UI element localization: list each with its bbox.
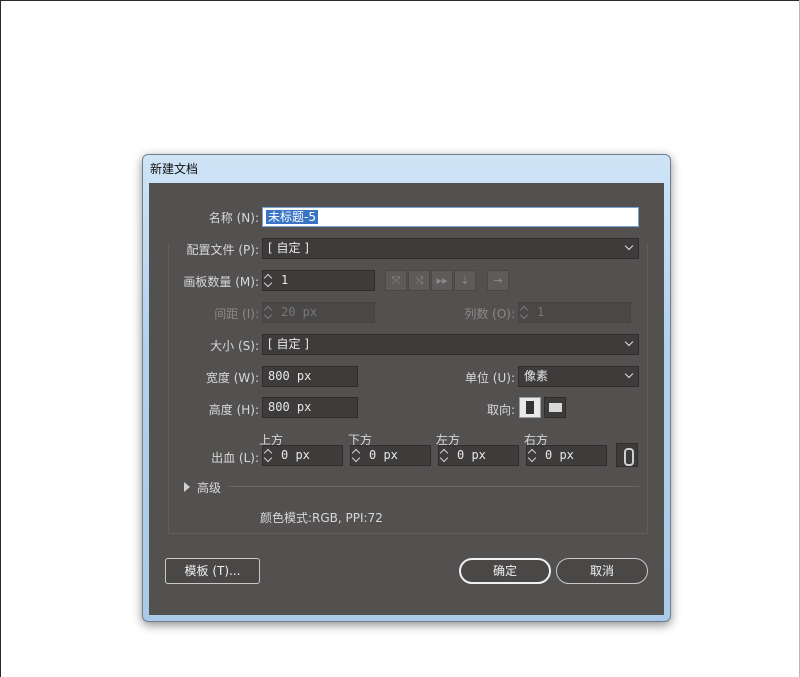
arrange-by-row-icon[interactable]: ▸▸	[431, 270, 453, 291]
disclosure-triangle-icon[interactable]	[184, 482, 190, 492]
columns-value: 1	[537, 305, 545, 319]
name-input[interactable]: 未标题-5	[262, 207, 639, 227]
units-dropdown[interactable]: 像素	[518, 366, 639, 387]
chevron-down-icon	[624, 241, 634, 251]
dialog-title: 新建文档	[150, 162, 199, 176]
spacing-field[interactable]: 20 px	[262, 302, 375, 323]
advanced-toggle[interactable]: 高级	[197, 479, 221, 496]
stepper-icon[interactable]	[263, 446, 275, 465]
bleed-bottom-value: 0 px	[369, 448, 398, 462]
artboards-field[interactable]: 1	[262, 270, 375, 291]
spacing-label: 间距 (I):	[214, 307, 259, 321]
template-button[interactable]: 模板 (T)...	[165, 558, 260, 584]
link-bleed-button[interactable]	[616, 443, 638, 467]
portrait-orientation-icon[interactable]	[519, 397, 541, 418]
size-label: 大小 (S):	[210, 339, 259, 353]
page-border-left	[0, 0, 1, 677]
grid-by-column-icon[interactable]: ⤨	[408, 270, 430, 291]
stepper-icon[interactable]	[527, 446, 539, 465]
chain-link-icon	[624, 448, 634, 466]
bleed-left-value: 0 px	[457, 448, 486, 462]
stepper-icon[interactable]	[351, 446, 363, 465]
chevron-down-icon	[624, 337, 634, 347]
ok-button[interactable]: 确定	[459, 558, 551, 584]
bleed-label: 出血 (L):	[211, 451, 259, 465]
color-mode-info: 颜色模式:RGB, PPI:72	[260, 511, 383, 525]
size-value: [ 自定 ]	[268, 337, 309, 351]
name-label: 名称 (N):	[208, 211, 259, 225]
cancel-button[interactable]: 取消	[556, 558, 648, 584]
chevron-down-icon	[624, 369, 634, 379]
height-label: 高度 (H):	[208, 403, 259, 417]
columns-label: 列数 (O):	[464, 307, 515, 321]
stepper-icon[interactable]	[263, 303, 275, 322]
bleed-top-field[interactable]: 0 px	[262, 445, 343, 466]
profile-label: 配置文件 (P):	[186, 243, 259, 257]
advanced-divider	[229, 486, 639, 487]
new-document-dialog: 新建文档 名称 (N): 未标题-5 配置文件 (P): [ 自定 ] 画板数量…	[142, 154, 671, 622]
page-border-top	[0, 0, 800, 1]
bleed-bottom-field[interactable]: 0 px	[350, 445, 431, 466]
right-to-left-icon[interactable]: →	[487, 270, 509, 291]
size-dropdown[interactable]: [ 自定 ]	[262, 334, 639, 355]
width-value: 800 px	[268, 369, 312, 383]
units-value: 像素	[524, 369, 549, 383]
grid-by-row-icon[interactable]: ⤧	[385, 270, 407, 291]
dialog-body: 名称 (N): 未标题-5 配置文件 (P): [ 自定 ] 画板数量 (M):…	[149, 183, 664, 615]
stepper-icon[interactable]	[439, 446, 451, 465]
orientation-label: 取向:	[486, 403, 515, 417]
profile-value: [ 自定 ]	[268, 241, 309, 255]
name-input-value: 未标题-5	[266, 210, 318, 224]
stepper-icon[interactable]	[263, 271, 275, 290]
units-label: 单位 (U):	[464, 371, 515, 385]
height-value: 800 px	[268, 400, 312, 414]
arrange-by-column-icon[interactable]: ⇣	[454, 270, 476, 291]
bleed-right-field[interactable]: 0 px	[526, 445, 607, 466]
artboards-label: 画板数量 (M):	[183, 275, 259, 289]
stepper-icon[interactable]	[519, 303, 531, 322]
columns-field[interactable]: 1	[518, 302, 631, 323]
width-label: 宽度 (W):	[205, 371, 259, 385]
artboards-value: 1	[281, 273, 289, 287]
width-field[interactable]: 800 px	[262, 366, 358, 387]
bleed-left-field[interactable]: 0 px	[438, 445, 519, 466]
bleed-right-value: 0 px	[545, 448, 574, 462]
landscape-orientation-icon[interactable]	[544, 397, 566, 418]
profile-dropdown[interactable]: [ 自定 ]	[262, 238, 639, 259]
height-field[interactable]: 800 px	[262, 397, 358, 418]
spacing-value: 20 px	[281, 305, 318, 319]
bleed-top-value: 0 px	[281, 448, 310, 462]
